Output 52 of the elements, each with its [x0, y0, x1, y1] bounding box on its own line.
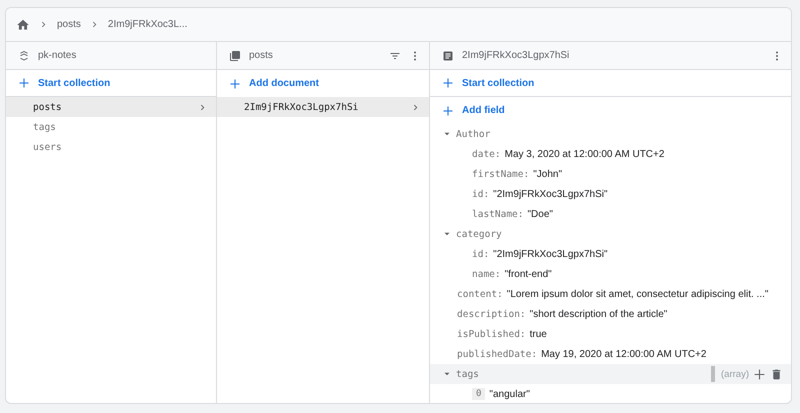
- field-key: firstName:: [472, 168, 530, 180]
- trash-icon[interactable]: [770, 368, 783, 380]
- list-item[interactable]: tags: [6, 117, 216, 137]
- field-value: "Doe": [527, 208, 553, 220]
- field-row[interactable]: publishedDate: May 19, 2020 at 12:00:00 AM UTC+2: [430, 344, 791, 364]
- field-row[interactable]: Author: [430, 124, 791, 144]
- list-item[interactable]: 2Im9jFRkXoc3Lgpx7hSi: [217, 97, 429, 117]
- field-key: isPublished:: [457, 328, 526, 340]
- panel-title: 2Im9jFRkXoc3Lgpx7hSi: [462, 50, 570, 61]
- field-row[interactable]: isPublished: true: [430, 324, 791, 344]
- list-item[interactable]: users: [6, 137, 216, 157]
- plus-icon: [442, 104, 454, 116]
- drag-handle[interactable]: [711, 366, 716, 382]
- field-key: date:: [472, 148, 501, 160]
- field-type: (array): [721, 368, 749, 380]
- field-value: "Lorem ipsum dolor sit amet, consectetur adipiscing elit. ...": [506, 288, 768, 300]
- field-value: "2Im9jFRkXoc3Lgpx7hSi": [493, 248, 608, 260]
- field-key: Author: [456, 128, 490, 140]
- plus-icon[interactable]: [753, 368, 766, 380]
- field-row[interactable]: content: "Lorem ipsum dolor sit amet, consectetur adipiscing elit. ...": [430, 284, 791, 304]
- field-row[interactable]: description: "short description of the article": [430, 304, 791, 324]
- field-key: content:: [457, 288, 503, 300]
- plus-icon: [229, 78, 241, 90]
- field-value: "angular": [489, 388, 530, 400]
- field-key: id:: [472, 248, 490, 260]
- field-value: May 19, 2020 at 12:00:00 AM UTC+2: [541, 348, 706, 360]
- field-value: May 3, 2020 at 12:00:00 AM UTC+2: [504, 148, 664, 160]
- field-row[interactable]: tags (array): [430, 364, 791, 384]
- field-value: true: [530, 328, 547, 340]
- field-key: publishedDate:: [457, 348, 538, 360]
- field-key: name:: [472, 268, 501, 280]
- field-value: "John": [533, 168, 562, 180]
- home-icon[interactable]: [16, 18, 30, 32]
- breadcrumb-link[interactable]: posts: [57, 19, 81, 30]
- array-index: 0: [472, 388, 486, 400]
- field-value: "2Im9jFRkXoc3Lgpx7hSi": [493, 188, 608, 200]
- field-key: description:: [457, 308, 526, 320]
- field-value: "short description of the article": [530, 308, 668, 320]
- field-row[interactable]: category: [430, 224, 791, 244]
- panel-title: pk-notes: [38, 50, 78, 61]
- field-value: "front-end": [504, 268, 552, 280]
- document-icon: [442, 50, 454, 62]
- panel-title: posts: [249, 50, 274, 61]
- field-key: id:: [472, 188, 490, 200]
- list-item[interactable]: posts: [6, 97, 216, 117]
- breadcrumb-link[interactable]: 2Im9jFRkXoc3L...: [108, 19, 188, 30]
- field-key: tags: [456, 368, 479, 380]
- field-key: lastName:: [472, 208, 524, 220]
- plus-icon: [442, 77, 454, 89]
- plus-icon: [18, 77, 30, 89]
- field-key: category: [456, 228, 502, 240]
- collection-icon: [229, 50, 241, 62]
